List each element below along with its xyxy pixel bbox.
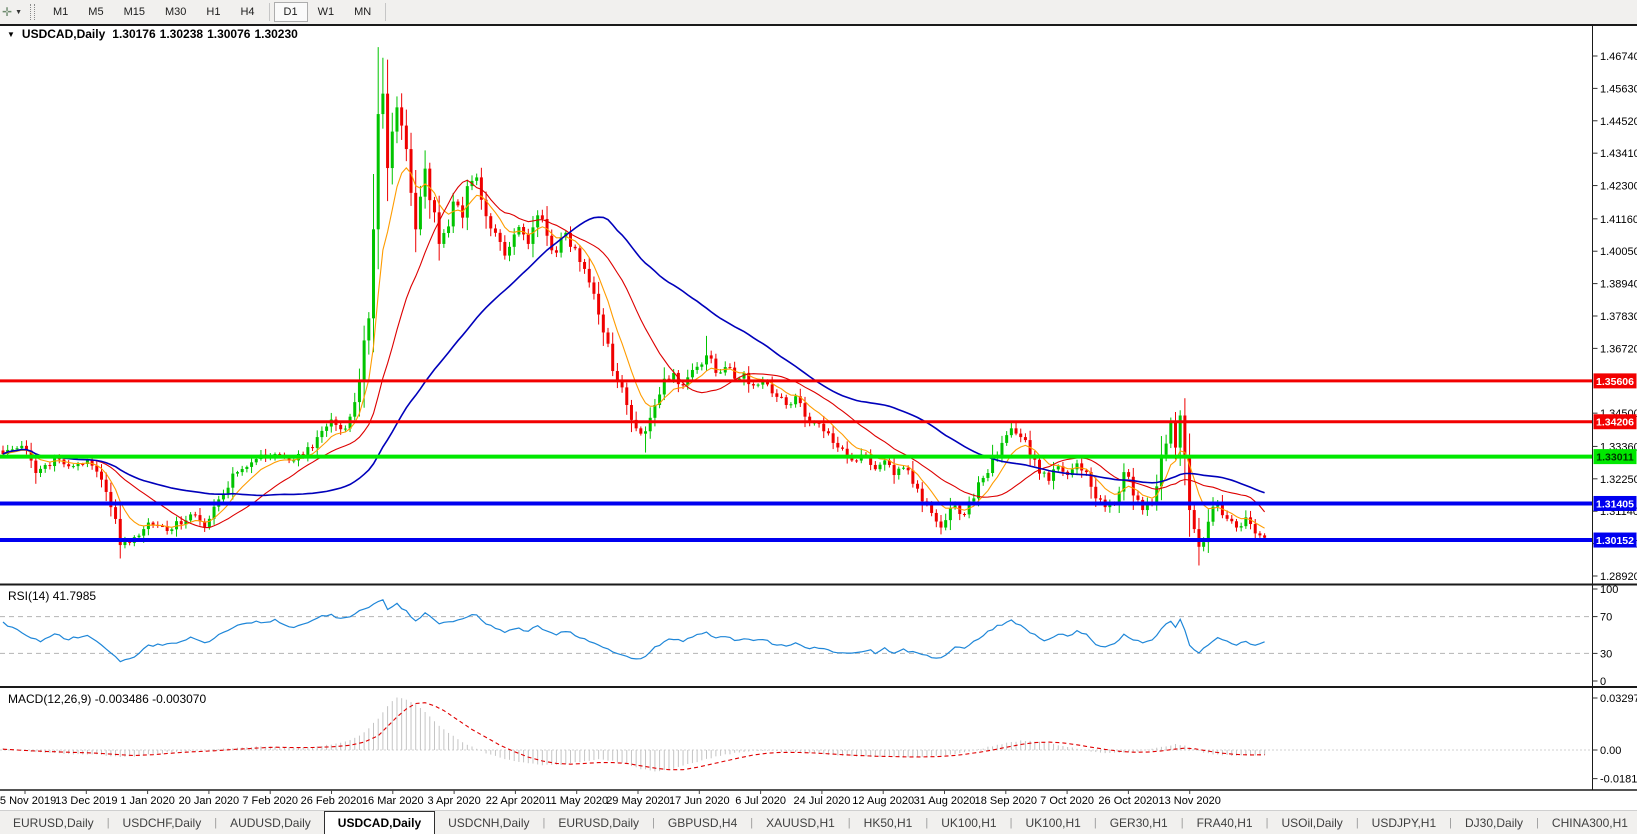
svg-text:17 Jun 2020: 17 Jun 2020	[669, 795, 730, 807]
rsi-name: RSI(14)	[8, 589, 50, 603]
svg-text:24 Jul 2020: 24 Jul 2020	[793, 795, 850, 807]
chart-symbol-label: USDCAD,Daily	[21, 27, 106, 41]
macd-indicator-label: MACD(12,26,9) -0.003486 -0.003070	[8, 692, 206, 706]
svg-text:1.36720: 1.36720	[1600, 343, 1637, 355]
tab-eurusd-daily[interactable]: EURUSD,Daily	[545, 811, 652, 834]
timeframe-button-m1[interactable]: M1	[43, 2, 78, 22]
svg-text:13 Dec 2019: 13 Dec 2019	[55, 795, 117, 807]
tab-china300-h1[interactable]: CHINA300,H1	[1539, 811, 1637, 834]
tab-usdcad-daily[interactable]: USDCAD,Daily	[323, 811, 436, 834]
timeframe-toolbar: ✛ ▼ M1 M5 M15 M30 H1 H4 D1 W1 MN	[0, 0, 1637, 24]
timeframe-button-h1[interactable]: H1	[196, 2, 230, 22]
timeframe-button-m5[interactable]: M5	[78, 2, 113, 22]
svg-text:26 Oct 2020: 26 Oct 2020	[1098, 795, 1158, 807]
svg-text:1.28920: 1.28920	[1600, 571, 1637, 583]
svg-text:1.38940: 1.38940	[1600, 279, 1637, 291]
tab-xauusd-h1[interactable]: XAUUSD,H1	[753, 811, 848, 834]
ohlc-close: 1.30230	[254, 27, 298, 41]
svg-text:1.42300: 1.42300	[1600, 181, 1637, 193]
svg-text:1.44520: 1.44520	[1600, 116, 1637, 128]
tab-hk50-h1[interactable]: HK50,H1	[851, 811, 926, 834]
tab-fra40-h1[interactable]: FRA40,H1	[1184, 811, 1266, 834]
tab-ger30-h1[interactable]: GER30,H1	[1097, 811, 1181, 834]
macd-signal-value: -0.003070	[152, 692, 207, 706]
svg-text:20 Jan 2020: 20 Jan 2020	[179, 795, 240, 807]
tab-dj30-daily[interactable]: DJ30,Daily	[1452, 811, 1536, 834]
tab-uk100-h1[interactable]: UK100,H1	[1012, 811, 1093, 834]
timeframe-buttons: M1 M5 M15 M30 H1 H4 D1 W1 MN	[43, 2, 390, 22]
tab-usdjpy-h1[interactable]: USDJPY,H1	[1359, 811, 1449, 834]
svg-text:1.37830: 1.37830	[1600, 311, 1637, 323]
svg-text:7 Oct 2020: 7 Oct 2020	[1040, 795, 1094, 807]
svg-text:6 Jul 2020: 6 Jul 2020	[735, 795, 786, 807]
collapse-triangle-icon: ▼	[7, 29, 15, 39]
timeframe-button-w1[interactable]: W1	[308, 2, 345, 22]
symbol-tabbar: EURUSD,Daily | USDCHF,Daily | AUDUSD,Daily US…	[0, 810, 1637, 834]
tab-uk100-h1[interactable]: UK100,H1	[928, 811, 1009, 834]
tab-audusd-daily[interactable]: AUDUSD,Daily	[217, 811, 324, 834]
toolbar-separator	[385, 3, 387, 21]
svg-text:11 May 2020: 11 May 2020	[545, 795, 608, 807]
svg-text:29 May 2020: 29 May 2020	[606, 795, 670, 807]
svg-text:30: 30	[1600, 648, 1612, 660]
svg-text:1.33011: 1.33011	[1596, 452, 1634, 464]
timeframe-button-mn[interactable]: MN	[344, 2, 381, 22]
svg-text:18 Sep 2020: 18 Sep 2020	[975, 795, 1037, 807]
svg-text:7 Feb 2020: 7 Feb 2020	[242, 795, 298, 807]
timeframe-button-m30[interactable]: M30	[155, 2, 196, 22]
svg-text:22 Apr 2020: 22 Apr 2020	[486, 795, 545, 807]
svg-text:1.41160: 1.41160	[1600, 214, 1637, 226]
cursor-tool-icon: ✛	[2, 5, 13, 19]
chart-surface[interactable]: 1.46740 1.45630 1.44520 1.43410 1.42300 1.411…	[0, 0, 1637, 810]
svg-text:1.32250: 1.32250	[1600, 474, 1637, 486]
svg-text:16 Mar 2020: 16 Mar 2020	[362, 795, 424, 807]
svg-text:0.00: 0.00	[1600, 745, 1621, 757]
svg-text:-0.018154: -0.018154	[1600, 774, 1637, 786]
ohlc-open: 1.30176	[112, 27, 156, 41]
svg-text:0.032972: 0.032972	[1600, 693, 1637, 705]
tab-usdcnh-daily[interactable]: USDCNH,Daily	[435, 811, 542, 834]
timeframe-button-h4[interactable]: H4	[230, 2, 264, 22]
chart-title: ▼ USDCAD,Daily 1.30176 1.30238 1.30076 1…	[7, 27, 298, 41]
rsi-indicator-label: RSI(14) 41.7985	[8, 589, 96, 603]
svg-text:100: 100	[1600, 584, 1618, 596]
svg-text:25 Nov 2019: 25 Nov 2019	[0, 795, 56, 807]
ohlc-low: 1.30076	[207, 27, 251, 41]
macd-name: MACD(12,26,9)	[8, 692, 92, 706]
svg-text:1.34206: 1.34206	[1596, 417, 1634, 429]
svg-text:26 Feb 2020: 26 Feb 2020	[301, 795, 363, 807]
svg-text:1.43410: 1.43410	[1600, 148, 1637, 160]
macd-main-value: -0.003486	[94, 692, 149, 706]
timeframe-button-d1[interactable]: D1	[273, 2, 308, 22]
svg-text:12 Aug 2020: 12 Aug 2020	[852, 795, 914, 807]
symbol-tabs: EURUSD,Daily | USDCHF,Daily | AUDUSD,Daily US…	[0, 811, 1637, 834]
svg-text:1.46740: 1.46740	[1600, 51, 1637, 63]
chevron-down-icon: ▼	[15, 8, 22, 16]
svg-text:1.30152: 1.30152	[1596, 535, 1634, 547]
svg-text:3 Apr 2020: 3 Apr 2020	[427, 795, 480, 807]
svg-text:0: 0	[1600, 676, 1606, 688]
rsi-value: 41.7985	[52, 589, 97, 603]
tab-eurusd-daily[interactable]: EURUSD,Daily	[0, 811, 107, 834]
svg-text:1.40050: 1.40050	[1600, 246, 1637, 258]
svg-text:1.45630: 1.45630	[1600, 83, 1637, 95]
svg-text:1.35606: 1.35606	[1596, 376, 1634, 388]
tab-usdchf-daily[interactable]: USDCHF,Daily	[110, 811, 215, 834]
svg-text:1 Jan 2020: 1 Jan 2020	[120, 795, 174, 807]
svg-text:70: 70	[1600, 612, 1612, 624]
toolbar-drag-handle[interactable]	[30, 4, 35, 20]
toolbar-separator	[268, 3, 270, 21]
svg-text:13 Nov 2020: 13 Nov 2020	[1159, 795, 1221, 807]
cursor-tool-button[interactable]: ✛ ▼	[2, 5, 26, 19]
timeframe-button-m15[interactable]: M15	[114, 2, 155, 22]
ohlc-high: 1.30238	[159, 27, 204, 41]
svg-text:1.31405: 1.31405	[1596, 498, 1634, 510]
tab-gbpusd-h4[interactable]: GBPUSD,H4	[655, 811, 750, 834]
tab-usoil-daily[interactable]: USOil,Daily	[1268, 811, 1355, 834]
svg-text:31 Aug 2020: 31 Aug 2020	[914, 795, 976, 807]
